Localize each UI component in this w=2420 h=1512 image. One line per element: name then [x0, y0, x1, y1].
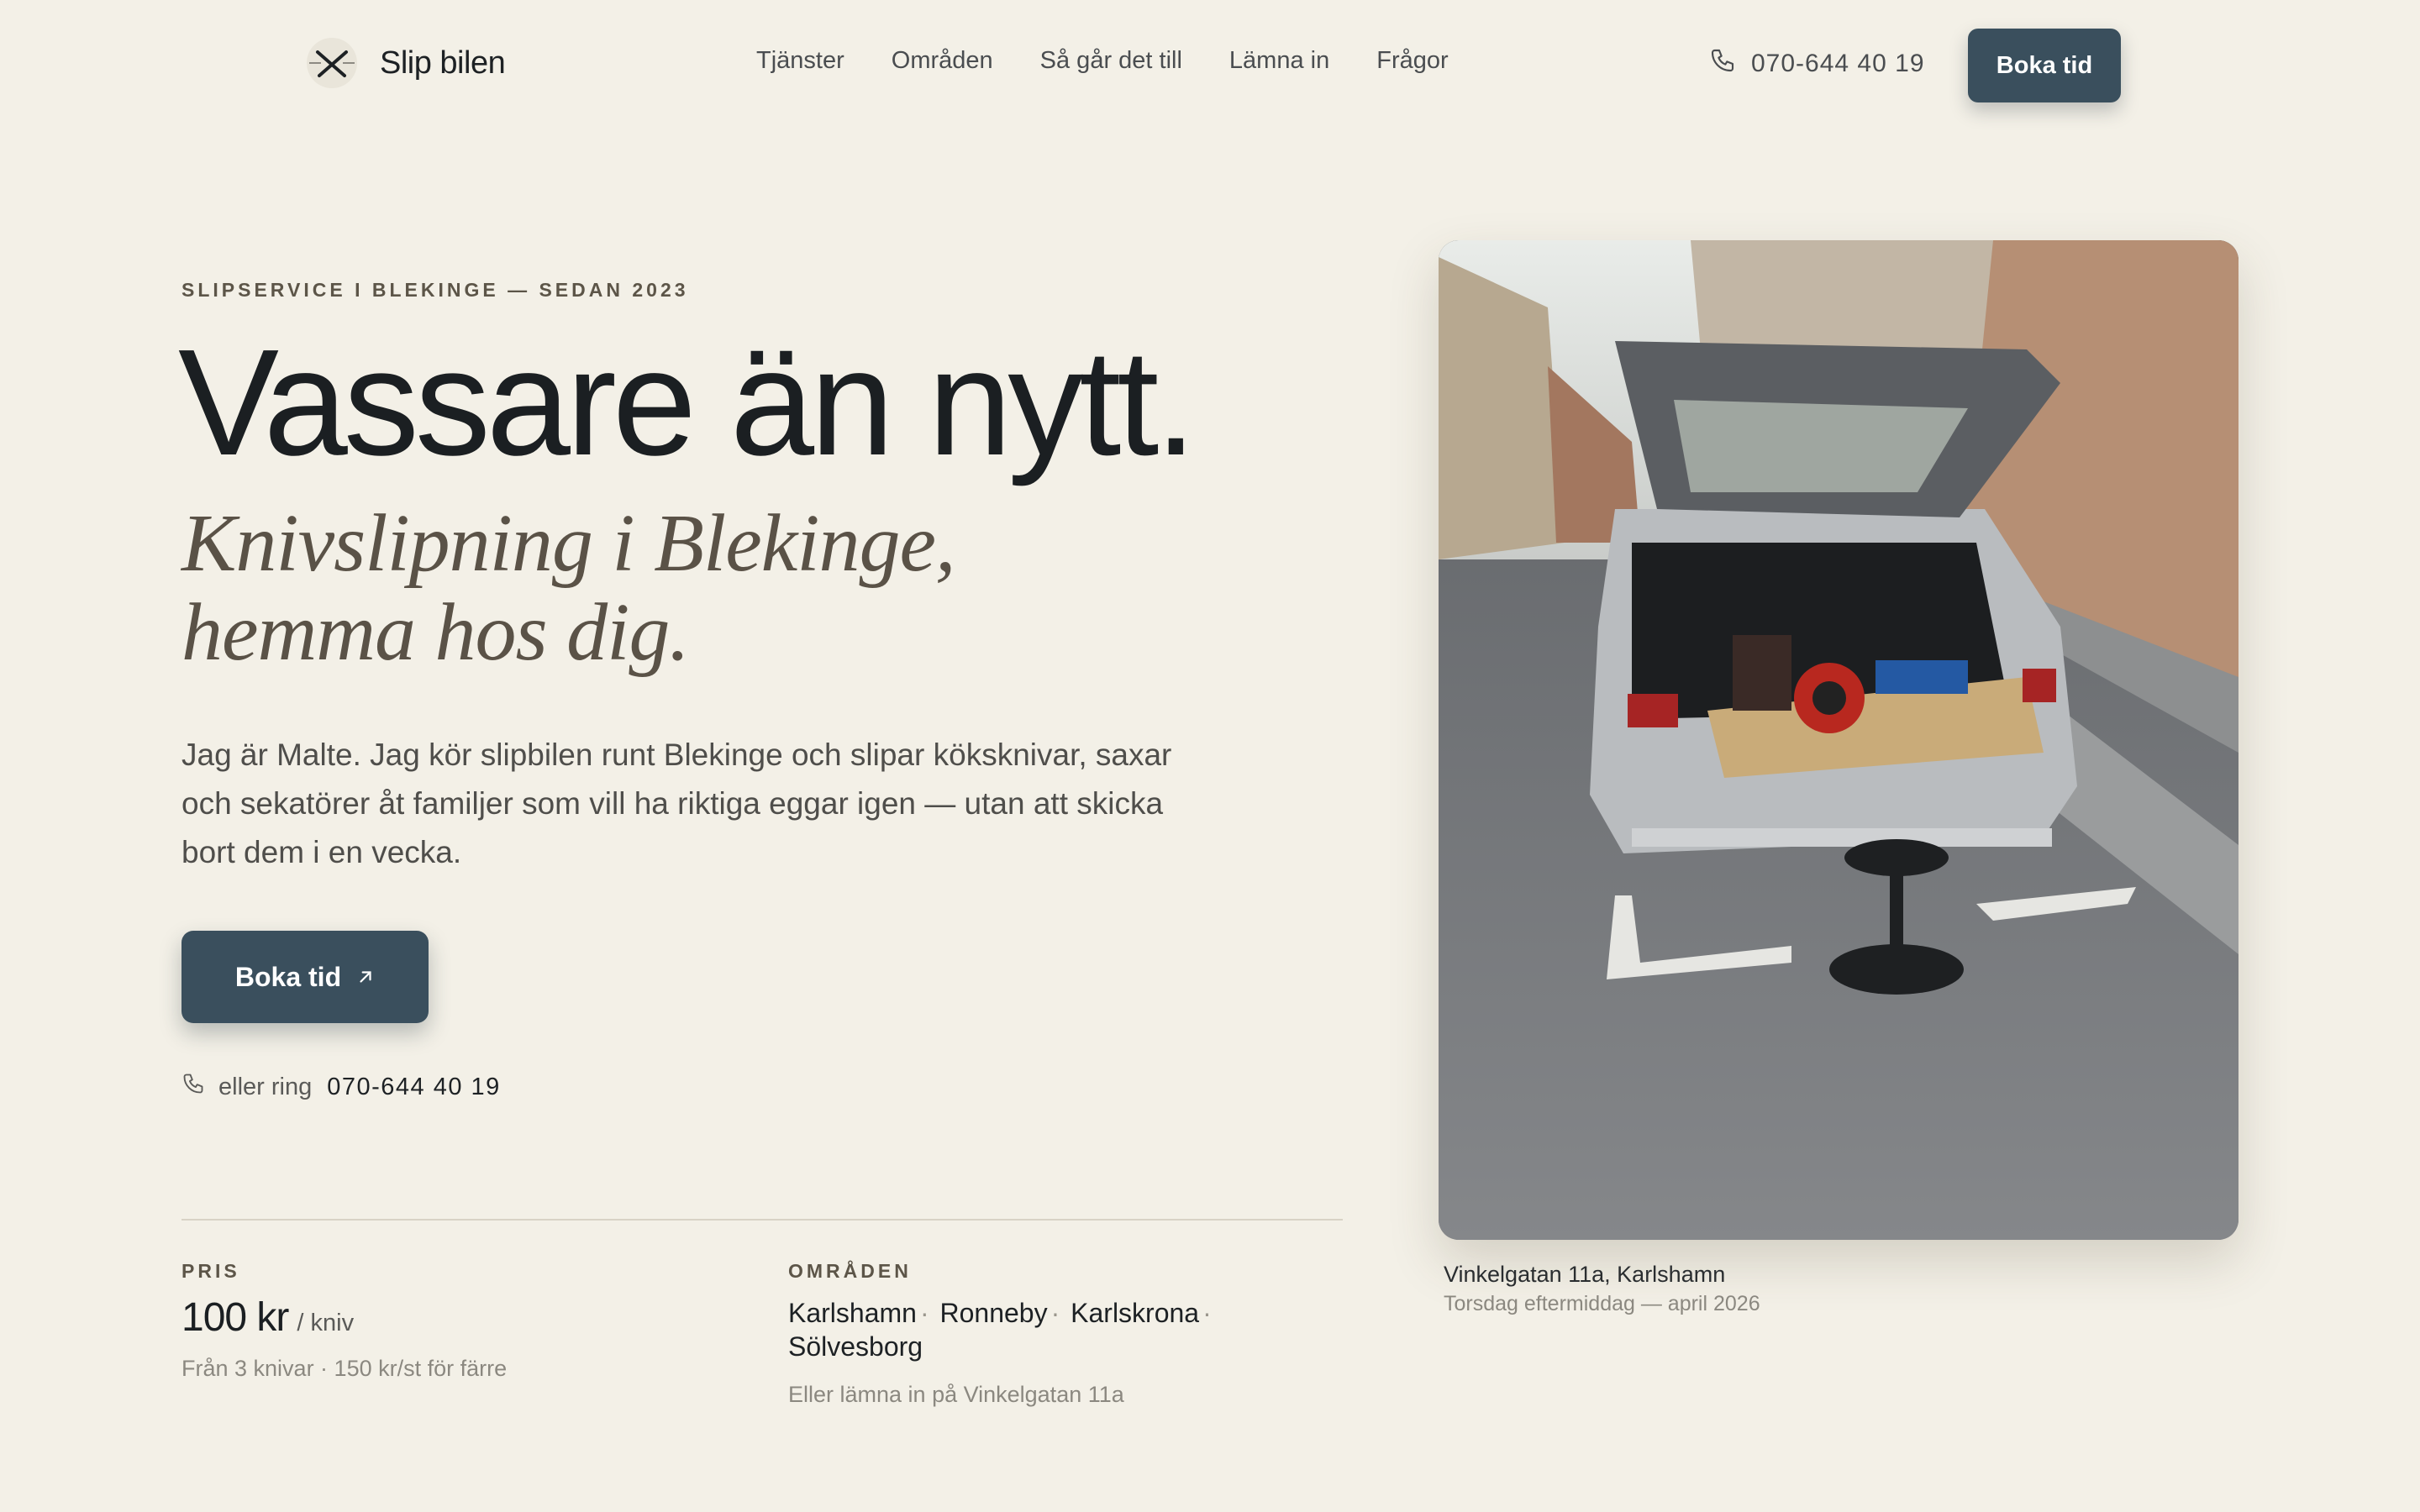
areas-note: Eller lämna in på Vinkelgatan 11a — [788, 1382, 1124, 1407]
hero-photo — [1439, 240, 2238, 1240]
hero-eyebrow: SLIPSERVICE I BLEKINGE — SEDAN 2023 — [182, 279, 689, 301]
areas-label: OMRÅDEN — [788, 1260, 912, 1282]
hero-book-button[interactable]: Boka tid — [182, 931, 429, 1023]
crossed-knives-icon — [302, 34, 361, 92]
hero-subtitle: Knivslipning i Blekinge, hemma hos dig. — [182, 499, 955, 677]
nav-item-tjanster[interactable]: Tjänster — [756, 47, 844, 75]
brand-name: Slip bilen — [380, 45, 506, 81]
call-line: eller ring 070-644 40 19 — [182, 1072, 501, 1102]
car-boot-illustration — [1439, 240, 2238, 1240]
nav-item-sa-gar-det-till[interactable]: Så går det till — [1040, 47, 1182, 75]
hero-book-label: Boka tid — [234, 961, 342, 992]
main-nav: Tjänster Områden Så går det till Lämna i… — [756, 47, 1449, 75]
area-item: Ronneby — [939, 1298, 1048, 1328]
area-item: Karlshamn — [788, 1298, 917, 1328]
hero-lead: Jag är Malte. Jag kör slipbilen runt Ble… — [182, 738, 1172, 869]
areas-block: OMRÅDEN Karlshamn · Ronneby · Karlskrona · … — [788, 1260, 1259, 1408]
price-note: Från 3 knivar · 150 kr/st för färre — [182, 1356, 508, 1381]
brand-logo[interactable]: Slip bilen — [302, 34, 506, 92]
nav-item-lamna-in[interactable]: Lämna in — [1229, 47, 1329, 75]
areas-list: Karlshamn · Ronneby · Karlskrona · Sölvesbo… — [788, 1298, 1212, 1362]
nav-item-omraden[interactable]: Områden — [892, 47, 993, 75]
photo-caption-place: Vinkelgatan 11a, Karlshamn — [1444, 1262, 1726, 1287]
arrow-up-right-icon — [356, 962, 375, 993]
phone-icon — [1709, 47, 1736, 81]
price-unit: / kniv — [297, 1310, 355, 1336]
call-number-link[interactable]: 070-644 40 19 — [327, 1074, 501, 1101]
header-book-button[interactable]: Boka tid — [1968, 29, 2121, 102]
price-block: PRIS 100 kr / kniv Från 3 knivar · 150 k… — [182, 1260, 507, 1382]
nav-item-fragor[interactable]: Frågor — [1376, 47, 1448, 75]
phone-icon — [182, 1072, 205, 1102]
stats-divider — [182, 1219, 1343, 1221]
hero-title: Vassare än nytt. — [178, 318, 1197, 487]
photo-caption-time: Torsdag eftermiddag — april 2026 — [1444, 1292, 1760, 1315]
header-phone-number: 070-644 40 19 — [1751, 50, 1925, 77]
hero-subtitle-line-2: hemma hos dig. — [182, 587, 690, 678]
call-prefix: eller ring — [218, 1073, 313, 1100]
price-label: PRIS — [182, 1260, 240, 1282]
header-phone-link[interactable]: 070-644 40 19 — [1709, 47, 1925, 81]
price-value: 100 kr — [182, 1295, 289, 1340]
area-item: Sölvesborg — [788, 1331, 923, 1362]
hero-subtitle-line-1: Knivslipning i Blekinge, — [182, 498, 955, 589]
area-item: Karlskrona — [1071, 1298, 1200, 1328]
